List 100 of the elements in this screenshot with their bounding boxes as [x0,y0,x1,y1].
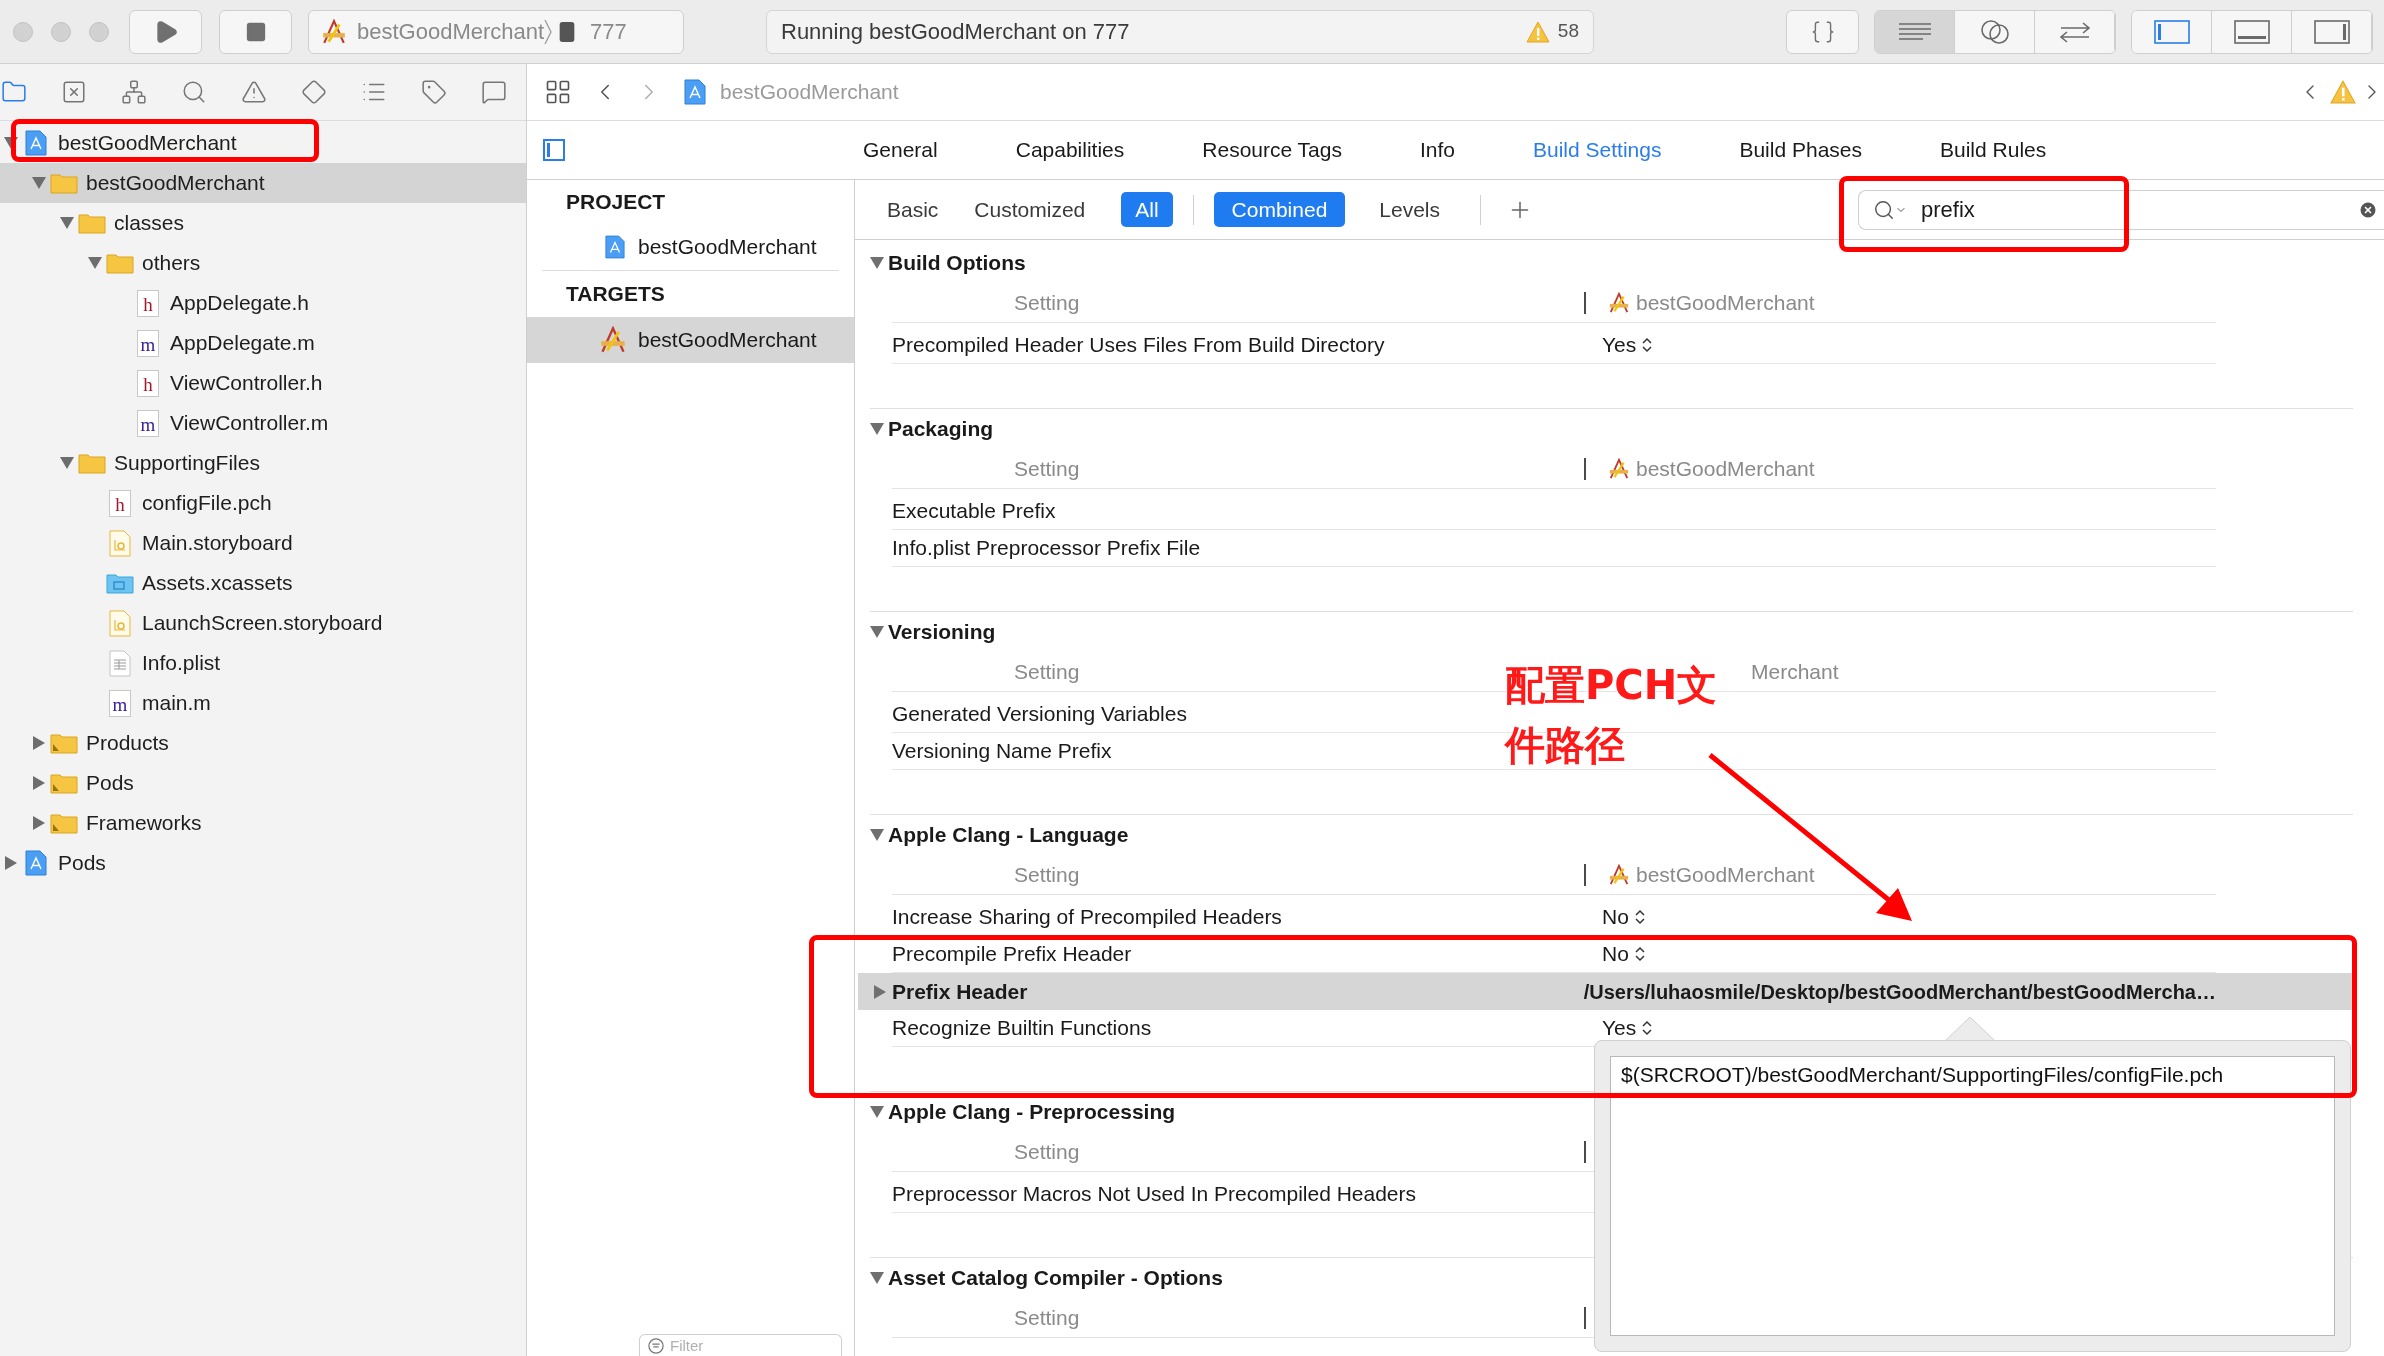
navigator-row[interactable]: h AppDelegate.h [0,283,526,323]
navigator-row[interactable]: Pods [0,763,526,803]
column-header: Setting [1014,290,1080,314]
x-box-icon[interactable] [61,79,87,105]
navigator-row[interactable]: Assets.xcassets [0,563,526,603]
column-header: Setting [1014,456,1080,480]
disclosure-triangle-icon[interactable] [870,829,884,841]
project-file-icon [25,850,47,876]
clear-icon[interactable] [2358,199,2378,220]
editor-mode-button[interactable] [2035,10,2115,53]
column-header: Merchant [1751,658,1839,685]
column-header: bestGoodMerchant [1636,289,1815,316]
editor-tab[interactable]: Build Settings [1533,134,1662,166]
navigator-row[interactable]: m AppDelegate.m [0,323,526,363]
view-button[interactable]: Combined [1213,191,1346,228]
editor-mode-button[interactable] [1875,10,1955,53]
column-divider [1584,457,1586,480]
value-popup[interactable]: No [1602,901,1645,933]
panel-toggle-button[interactable] [2212,10,2292,53]
project-item[interactable]: bestGoodMerchant [527,224,854,270]
diamond-icon[interactable] [301,79,327,105]
disclosure-triangle-icon[interactable] [870,423,884,435]
file-name: Main.storyboard [142,530,293,557]
value-popup[interactable]: No [1602,938,1645,970]
sidebar-toggle-icon[interactable] [543,139,565,161]
warning-icon[interactable] [241,79,267,105]
scope-button[interactable]: All [1121,191,1173,228]
disclosure-triangle-icon[interactable] [60,457,74,469]
navigator-row[interactable]: others [0,243,526,283]
warning-icon [2330,80,2356,104]
navigator-row[interactable]: Main.storyboard [0,523,526,563]
view-button[interactable]: Levels [1379,193,1441,226]
disclosure-triangle-icon[interactable] [33,776,45,790]
target-item[interactable]: bestGoodMerchant [527,317,854,363]
path-text-area[interactable]: $(SRCROOT)/bestGoodMerchant/SupportingFiles/configFile.pch [1610,1056,2335,1336]
navigator-row[interactable]: SupportingFiles [0,443,526,483]
editor-tab[interactable]: General [863,134,938,166]
disclosure-triangle-icon[interactable] [874,984,886,999]
hierarchy-icon[interactable] [121,79,147,105]
editor-tab[interactable]: Capabilities [1015,134,1125,166]
related-items-icon[interactable] [544,78,572,106]
source-file-icon: m [109,689,131,717]
navigator-row[interactable]: bestGoodMerchant [0,123,526,163]
search-icon[interactable] [181,79,207,105]
panel-toggle-button[interactable] [2292,10,2372,53]
tag-icon[interactable] [421,79,447,105]
navigator-row[interactable]: Frameworks [0,803,526,843]
editor-tab[interactable]: Info [1420,134,1455,166]
folder-icon [50,812,78,834]
navigator-row[interactable]: bestGoodMerchant [0,163,526,203]
section-title: Build Options [888,250,1026,277]
disclosure-triangle-icon[interactable] [33,816,45,830]
folder-icon [106,252,134,274]
disclosure-triangle-icon[interactable] [870,1272,884,1284]
selected-setting-row[interactable]: Prefix Header /Users/luhaosmile/Desktop/bestGoodMerchant/bestGoodMercha… [858,973,2353,1010]
disclosure-triangle-icon[interactable] [870,257,884,269]
setting-value: /Users/luhaosmile/Desktop/bestGoodMerchant/bestGoodMercha… [1583,979,2216,1005]
navigator-row[interactable]: m ViewController.m [0,403,526,443]
project-file-icon [684,79,706,105]
editor-mode-button[interactable] [1955,10,2035,53]
navigator-row[interactable]: Info.plist [0,643,526,683]
navigator-row[interactable]: h ViewController.h [0,363,526,403]
stepper-icon [1642,1020,1653,1036]
navigator-row[interactable]: m main.m [0,683,526,723]
annotation-text: 配置PCH文件路径 [1505,661,1719,770]
file-name: ViewController.h [170,370,323,397]
navigator-row[interactable]: Products [0,723,526,763]
disclosure-triangle-icon[interactable] [5,856,17,870]
column-divider [1584,1140,1586,1163]
navigator-row[interactable]: LaunchScreen.storyboard [0,603,526,643]
disclosure-triangle-icon[interactable] [870,1106,884,1118]
value-popup[interactable]: Yes [1602,329,1653,361]
folder-icon [50,732,78,754]
run-button[interactable] [129,9,202,54]
panel-toggle-button[interactable] [2132,10,2212,53]
scope-button[interactable]: Basic [887,193,939,226]
stop-button[interactable] [219,9,292,54]
stepper-icon [1634,909,1645,925]
folder-icon [50,172,78,194]
editor-tab[interactable]: Build Rules [1940,134,2047,166]
speech-bubble-icon[interactable] [481,79,507,105]
search-field[interactable]: prefix [1858,189,2384,230]
disclosure-triangle-icon[interactable] [870,626,884,638]
value-popup[interactable]: Yes [1602,1012,1653,1044]
disclosure-triangle-icon[interactable] [88,257,102,269]
storyboard-file-icon [109,609,131,637]
editor-tab[interactable]: Build Phases [1739,134,1862,166]
disclosure-triangle-icon[interactable] [33,736,45,750]
disclosure-triangle-icon[interactable] [60,217,74,229]
scope-button[interactable]: Customized [974,193,1086,226]
folder-icon [106,572,134,594]
source-file-icon: h [109,489,131,517]
disclosure-triangle-icon[interactable] [4,137,18,149]
navigator-row[interactable]: classes [0,203,526,243]
disclosure-triangle-icon[interactable] [32,177,46,189]
navigator-row[interactable]: Pods [0,843,526,883]
navigator-row[interactable]: h configFile.pch [0,483,526,523]
setting-name: Executable Prefix [892,498,1056,525]
setting-name: Info.plist Preprocessor Prefix File [892,535,1201,562]
editor-tab[interactable]: Resource Tags [1202,134,1342,166]
